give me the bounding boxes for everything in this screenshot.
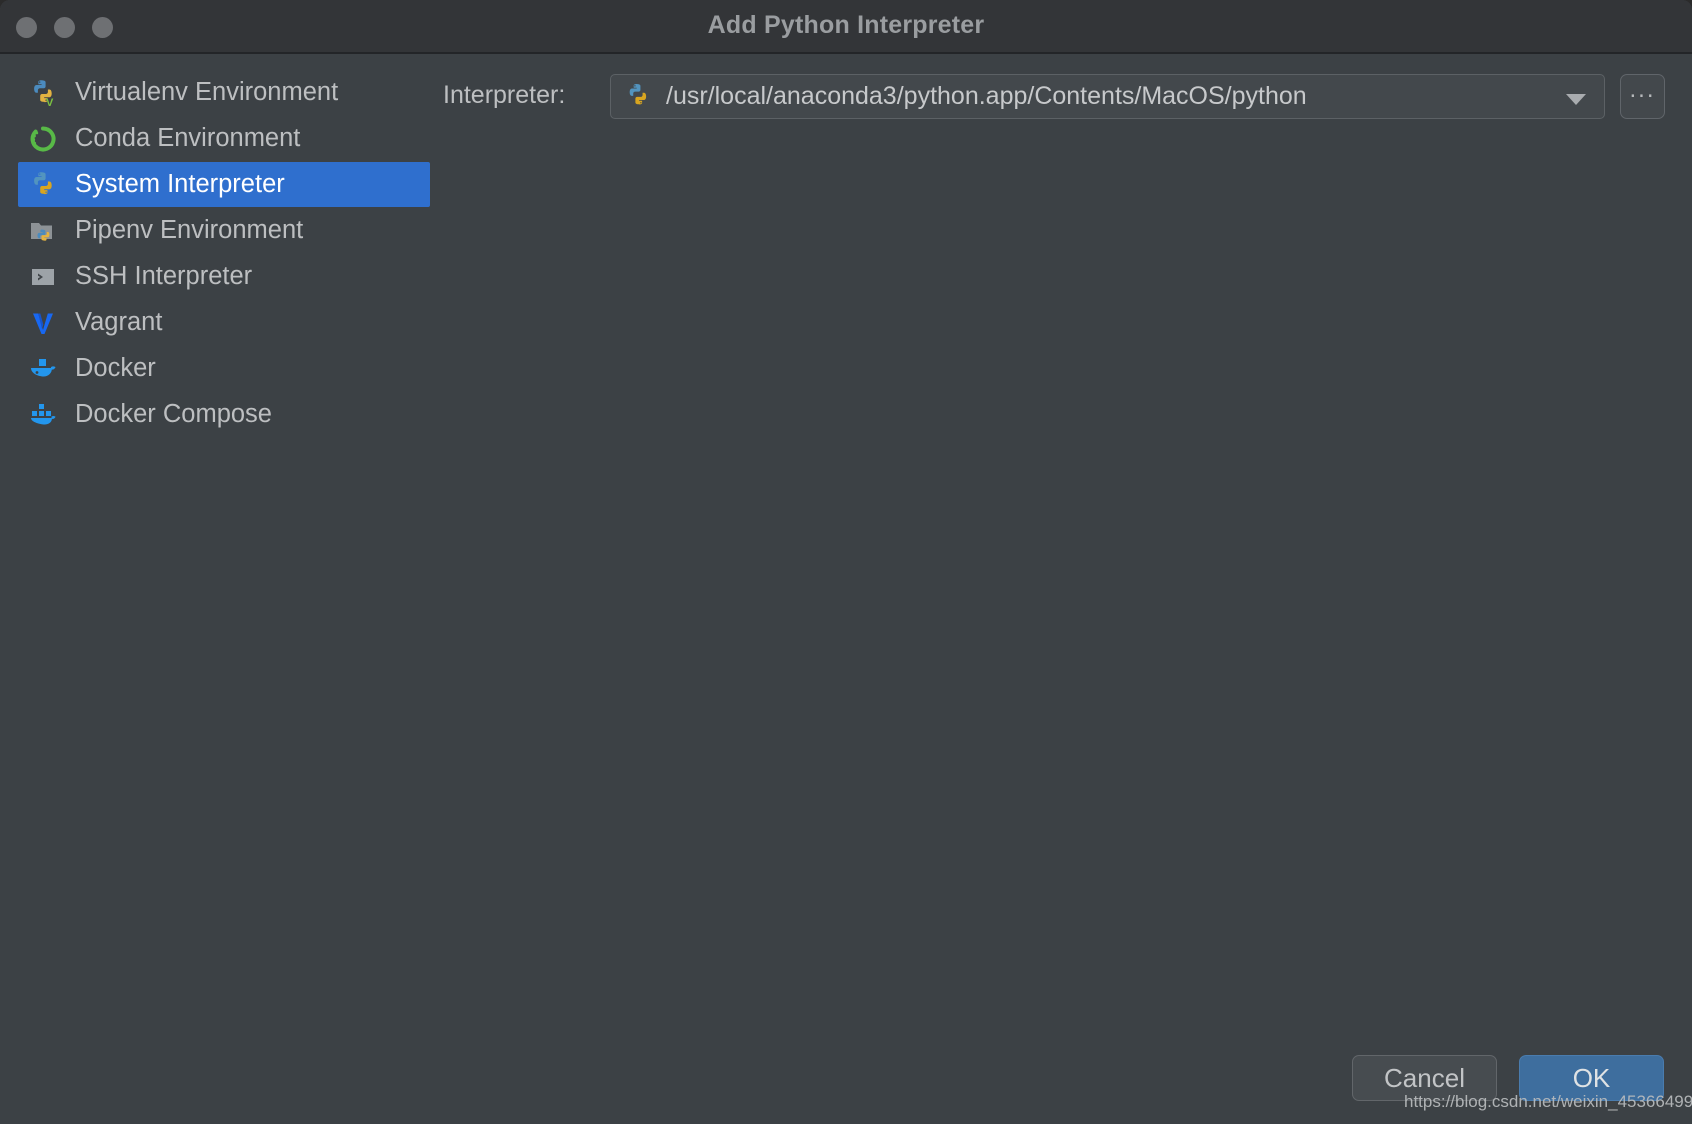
python-virtualenv-icon: V [28, 78, 58, 108]
svg-text:V: V [46, 97, 54, 108]
interpreter-combobox[interactable]: /usr/local/anaconda3/python.app/Contents… [610, 74, 1605, 119]
docker-compose-icon [28, 400, 58, 430]
pipenv-folder-python-icon [28, 216, 58, 246]
sidebar-item-label: Conda Environment [75, 124, 301, 152]
window-title: Add Python Interpreter [707, 11, 985, 39]
ssh-terminal-icon [28, 262, 58, 292]
sidebar-item-docker[interactable]: Docker [18, 346, 430, 391]
sidebar-item-label: Vagrant [75, 308, 163, 336]
python-icon [28, 170, 58, 200]
sidebar-item-label: Pipenv Environment [75, 216, 304, 244]
sidebar-item-label: System Interpreter [75, 170, 285, 198]
browse-interpreter-button[interactable]: ... [1620, 74, 1665, 119]
sidebar-item-system-interpreter[interactable]: System Interpreter [18, 162, 430, 207]
interpreter-path-value: /usr/local/anaconda3/python.app/Contents… [666, 82, 1307, 110]
conda-icon [28, 124, 58, 154]
interpreter-type-list: V Virtualenv Environment Conda Environme… [0, 56, 440, 1124]
sidebar-item-label: Virtualenv Environment [75, 78, 339, 106]
sidebar-item-vagrant[interactable]: Vagrant [18, 300, 430, 345]
interpreter-label: Interpreter: [443, 81, 566, 109]
sidebar-item-pipenv-environment[interactable]: Pipenv Environment [18, 208, 430, 253]
vagrant-icon [28, 308, 58, 338]
sidebar-item-conda-environment[interactable]: Conda Environment [18, 116, 430, 161]
docker-whale-icon [28, 354, 58, 384]
watermark-text: https://blog.csdn.net/weixin_45366499 [1404, 1092, 1692, 1111]
chevron-down-icon[interactable] [1566, 94, 1586, 105]
sidebar-item-docker-compose[interactable]: Docker Compose [18, 392, 430, 437]
titlebar: Add Python Interpreter [0, 0, 1692, 54]
sidebar-item-ssh-interpreter[interactable]: SSH Interpreter [18, 254, 430, 299]
sidebar-item-label: Docker [75, 354, 156, 382]
sidebar-item-label: SSH Interpreter [75, 262, 253, 290]
sidebar-item-virtualenv-environment[interactable]: V Virtualenv Environment [18, 70, 430, 115]
sidebar-item-label: Docker Compose [75, 400, 272, 428]
add-python-interpreter-dialog: Add Python Interpreter V Virtualenv Envi… [0, 0, 1692, 1124]
python-icon [624, 82, 654, 112]
